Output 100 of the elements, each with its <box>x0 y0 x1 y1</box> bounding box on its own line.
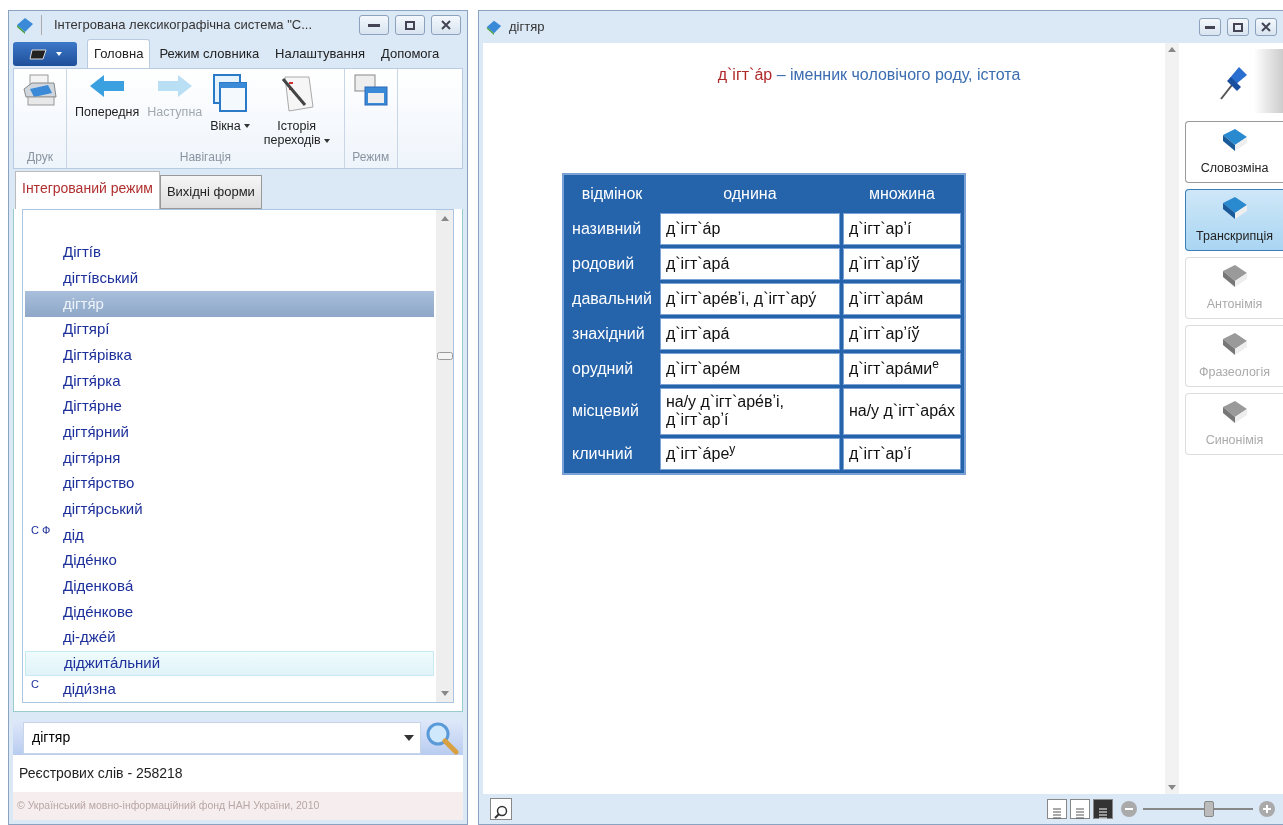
ribbon-tab[interactable]: Допомога <box>373 39 447 68</box>
plus-icon <box>1263 805 1271 813</box>
ribbon-button[interactable]: Історія переходів <box>255 72 338 148</box>
word-text: дід <box>63 524 84 545</box>
word-text: дігтя́рня <box>63 447 121 468</box>
group-label: Друк <box>26 148 54 166</box>
word-text: дігтя́рство <box>63 473 135 494</box>
word-list-item[interactable]: дігтя́рство <box>25 470 434 497</box>
word-list-item[interactable]: С діди́зна <box>25 676 434 702</box>
scroll-down-icon[interactable] <box>1168 785 1176 790</box>
search-icon[interactable] <box>425 720 459 755</box>
table-cell: д`ігт`арʼí <box>842 213 961 245</box>
word-text: Діденковá <box>63 576 134 597</box>
word-text: ді-дже́й <box>63 627 116 648</box>
article-heading: д`ігт`áр – іменник чоловічого роду, істота <box>716 65 1021 85</box>
word-text: дігтíвський <box>63 267 139 288</box>
word-text: Дігтя́рка <box>63 370 121 391</box>
word-list-item[interactable]: дігтя́рський <box>25 496 434 523</box>
word-text: дігтя́рний <box>63 421 129 442</box>
table-cell: д`ігт`арʼíў <box>842 318 961 350</box>
word-text: Дігтя́рівка <box>63 344 132 365</box>
word-text: діди́зна <box>63 678 116 699</box>
ribbon-tab[interactable]: Режим словника <box>152 39 267 68</box>
word-list-item[interactable]: Діде́нкове <box>25 599 434 625</box>
page-layout-icon <box>1096 805 1110 820</box>
minimize-button[interactable] <box>1199 18 1221 36</box>
forward-arrow-icon <box>155 72 194 99</box>
maximize-button[interactable] <box>1227 18 1249 36</box>
table-cell: д`ігт`арʼíў <box>842 248 961 280</box>
word-text: дігтя́рський <box>63 499 143 519</box>
back-arrow-icon <box>88 72 127 99</box>
view-mode-button[interactable] <box>1070 799 1090 819</box>
table-cell: д`ігт`арá <box>659 318 840 350</box>
search-icon <box>493 803 509 820</box>
minimize-button[interactable] <box>359 15 389 36</box>
word-list-item[interactable]: дігтя́рня <box>25 445 434 471</box>
panel-button[interactable]: Словозміна <box>1185 121 1283 183</box>
windows-icon <box>211 72 248 113</box>
scroll-down-icon[interactable] <box>440 690 449 696</box>
scroll-up-icon[interactable] <box>440 215 449 221</box>
scrollbar[interactable] <box>1165 43 1179 794</box>
close-icon <box>1261 22 1271 32</box>
scrollbar[interactable] <box>436 208 454 703</box>
group-label: Режим <box>351 148 391 166</box>
word-list-item[interactable]: Дігтя́рівка <box>25 342 434 368</box>
word-text: діджитáльний <box>64 653 161 674</box>
find-button[interactable] <box>490 798 512 820</box>
table-cell: на/у д`ігт`арáх <box>842 388 961 435</box>
copyright-text: © Український мовно-інформаційний фонд НАН України, 2010 <box>17 799 320 812</box>
ribbon-button[interactable]: Вікна <box>208 72 252 148</box>
table-cell: д`ігт`аре́вʼі, д`ігт`ару́ <box>659 283 840 315</box>
scroll-thumb[interactable] <box>436 351 453 360</box>
dictionary-marks: С <box>31 678 39 691</box>
word-list-item[interactable]: дігтíвський <box>25 265 434 291</box>
scroll-up-icon[interactable] <box>1168 47 1176 52</box>
word-list-item[interactable]: Дігтя́рка <box>25 367 434 394</box>
word-list-item[interactable]: Дігтíв <box>25 239 434 266</box>
word-list-item[interactable]: дігтя́рний <box>25 419 434 446</box>
dropdown-arrow-icon[interactable] <box>404 734 414 741</box>
mode-tab[interactable]: Вихідні форми <box>159 175 262 209</box>
word-list-item[interactable]: Дігтя́рне <box>25 393 434 420</box>
window-title: дігтяр <box>509 18 546 37</box>
word-list-item[interactable]: ді-дже́й <box>25 624 434 651</box>
application-menu-button[interactable] <box>13 41 77 66</box>
word-count: Реєстрових слів - 258218 <box>19 765 183 782</box>
page-layout-icon <box>1050 805 1064 820</box>
ribbon-tab[interactable]: Головна <box>87 39 151 68</box>
table-cell: д`ігт`áр <box>659 213 840 245</box>
close-icon <box>441 20 451 31</box>
close-button[interactable] <box>1255 18 1277 36</box>
table-cell: д`ігт`арáми$^{е}$ <box>842 353 961 385</box>
window-title: Інтегрована лексикографічна система "С... <box>41 15 353 35</box>
windows-icon <box>352 72 389 109</box>
word-list-item[interactable]: С Ф дід <box>25 522 434 548</box>
close-button[interactable] <box>431 15 461 36</box>
view-mode-button[interactable] <box>1093 799 1113 819</box>
word-text: дігтя́р <box>63 293 104 314</box>
table-cell: д`ігт`аре́м <box>659 353 840 385</box>
printer-icon <box>22 72 58 109</box>
word-text: Діде́нко <box>63 550 117 571</box>
word-list-item[interactable]: Діденковá <box>25 573 434 600</box>
page-layout-icon <box>1073 805 1087 820</box>
zoom-slider-thumb[interactable] <box>1204 801 1214 817</box>
ribbon-tab[interactable]: Налаштування <box>268 39 372 68</box>
word-text: Діде́нкове <box>63 601 134 622</box>
panel-button[interactable]: Транскрипція <box>1185 189 1283 251</box>
ribbon-button[interactable]: Попередня <box>73 72 142 148</box>
view-mode-button[interactable] <box>1047 799 1067 819</box>
zoom-in-button[interactable] <box>1259 801 1275 817</box>
search-combobox[interactable]: дігтяр <box>23 721 421 754</box>
mode-tab[interactable]: Інтегрований режим <box>15 170 160 209</box>
group-label: Навігація <box>178 148 232 166</box>
table-cell: д`ігт`арʼí <box>842 437 961 470</box>
word-list-item[interactable]: Діде́нко <box>25 547 434 574</box>
word-list-item[interactable]: Дігтярí <box>25 316 434 343</box>
maximize-button[interactable] <box>395 15 425 36</box>
table-cell: д`ігт`арá <box>659 248 840 280</box>
word-text: Дігтярí <box>63 319 110 340</box>
word-list-item[interactable]: діджитáльний <box>25 650 434 677</box>
zoom-out-button[interactable] <box>1121 801 1137 817</box>
